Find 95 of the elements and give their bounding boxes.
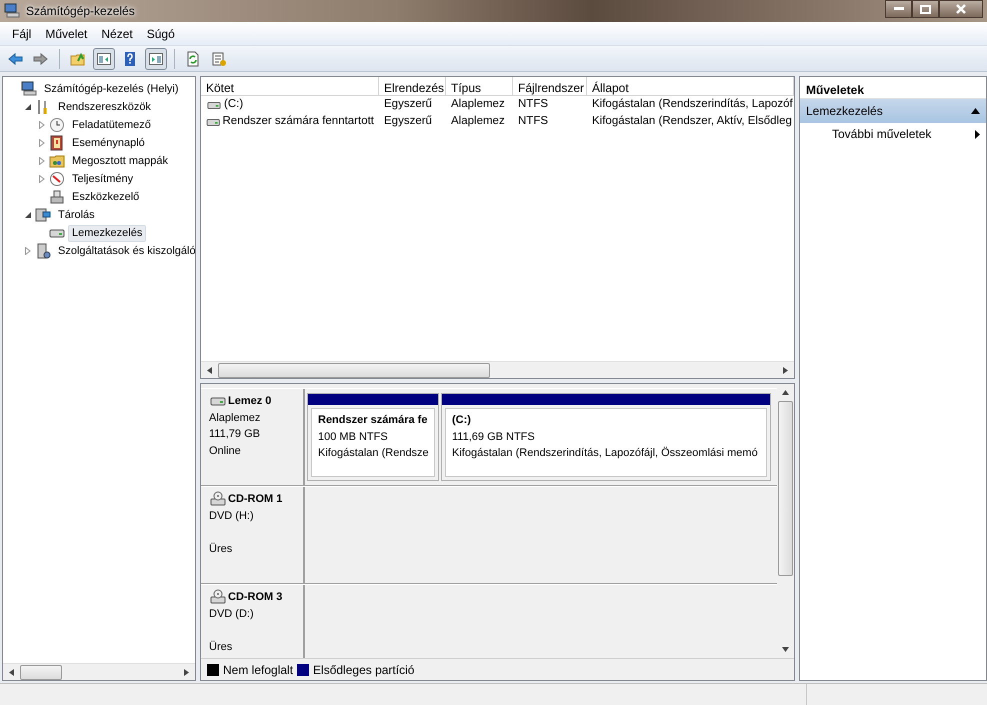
table-cell-text: Kifogástalan (Rendszerindítás, Lapozóf <box>591 96 794 112</box>
partition-block[interactable]: (C:) 111,69 GB NTFS Kifogástalan (Rendszerindítás, Lapozófájl, Összeomlási memó <box>445 408 767 477</box>
partition-size: 111,69 GB NTFS <box>452 430 536 444</box>
tree-item[interactable]: Teljesítmény <box>68 170 138 188</box>
tree-item[interactable]: Lemezkezelés <box>68 224 146 242</box>
tree-item[interactable]: Eseménynapló <box>68 134 149 152</box>
column-header[interactable]: Elrendezés <box>379 77 446 95</box>
horizontal-scrollbar[interactable] <box>201 361 794 378</box>
disk-name: CD-ROM 1 <box>228 492 282 507</box>
collapse-arrow-icon[interactable] <box>24 103 32 111</box>
action-link[interactable]: További műveletek <box>832 125 932 143</box>
column-header[interactable]: Kötet <box>201 77 379 95</box>
expand-arrow-icon[interactable] <box>38 175 46 183</box>
partition-label: Rendszer számára fe <box>318 413 428 428</box>
disk-name: CD-ROM 3 <box>228 590 282 605</box>
toolbar-button[interactable] <box>145 48 167 70</box>
scroll-arrow-icon[interactable] <box>207 366 212 374</box>
cd-drive-icon <box>209 589 227 606</box>
disk-status: Üres <box>209 542 234 556</box>
vertical-scrollbar[interactable] <box>777 384 794 658</box>
column-header[interactable]: Típus <box>446 77 513 95</box>
partition-status: Kifogástalan (Rendszerindítás, Lapozófájl, Összeomlási memó <box>452 446 759 461</box>
table-cell-text: (C:) <box>224 96 244 112</box>
disk-size: 111,79 GB <box>209 427 261 442</box>
disk-type: DVD (H:) <box>209 508 255 524</box>
computer-icon <box>21 81 37 97</box>
tree-item[interactable]: Eszközkezelő <box>68 188 144 206</box>
scroll-arrow-icon[interactable] <box>783 366 788 374</box>
event-log-icon <box>49 135 65 151</box>
menu-item[interactable]: Művelet <box>39 22 94 44</box>
table-cell-text: NTFS <box>517 114 550 129</box>
expand-arrow-icon[interactable] <box>38 121 46 129</box>
minimize-button[interactable] <box>885 0 912 18</box>
tree-item[interactable]: Tárolás <box>54 206 99 224</box>
server-icon <box>35 243 51 259</box>
tree-item[interactable]: Megosztott mappák <box>68 152 172 170</box>
table-cell-text: Egyszerű <box>383 114 433 129</box>
partition-status: Kifogástalan (Rendsze <box>318 446 428 461</box>
close-icon <box>956 4 966 14</box>
column-header[interactable]: Fájlrendszer <box>513 77 587 95</box>
toolbar-button[interactable] <box>93 48 115 70</box>
folder-icon <box>70 50 86 66</box>
tree-item[interactable]: Feladatütemező <box>68 116 155 134</box>
column-header[interactable]: Állapot <box>587 77 794 95</box>
tree-item[interactable]: Számítógép-kezelés (Helyi) <box>40 80 182 98</box>
disk-status: Online <box>209 444 242 458</box>
expand-arrow-icon[interactable] <box>38 157 46 165</box>
table-cell-text: Alaplemez <box>450 96 506 112</box>
scroll-arrow-icon[interactable] <box>782 390 789 395</box>
clock-icon <box>49 117 65 133</box>
collapse-arrow-icon[interactable] <box>24 211 32 219</box>
computer-icon <box>4 3 20 19</box>
disk-status: Üres <box>209 640 234 654</box>
minimize-icon <box>894 7 904 11</box>
pane-toggle-icon <box>148 50 164 66</box>
collapse-arrow-icon[interactable] <box>971 108 980 114</box>
partition-label: (C:) <box>452 413 472 428</box>
scroll-arrow-icon[interactable] <box>782 647 789 652</box>
refresh-icon <box>185 50 201 66</box>
scroll-arrow-icon[interactable] <box>184 668 189 676</box>
window-title: Számítógép-kezelés <box>26 3 135 20</box>
tree-item[interactable]: Rendszereszközök <box>54 98 155 116</box>
table-cell-text: Rendszer számára fenntartott <box>222 114 374 129</box>
table-cell-text: NTFS <box>517 96 550 112</box>
menu-item[interactable]: Súgó <box>140 22 181 44</box>
export-list-icon <box>211 50 227 66</box>
legend-label: Nem lefoglalt <box>223 662 294 678</box>
partition-block[interactable]: Rendszer számára fe 100 MB NTFS Kifogástalan (Rendsze <box>311 408 435 477</box>
arrow-left-icon <box>7 50 23 66</box>
storage-icon <box>35 207 51 223</box>
expand-arrow-icon[interactable] <box>38 139 46 147</box>
device-icon <box>49 189 65 205</box>
cd-drive-icon <box>209 491 227 508</box>
submenu-arrow-icon <box>975 130 980 138</box>
maximize-button[interactable] <box>912 0 939 18</box>
disk-type: Alaplemez <box>209 410 262 426</box>
scroll-arrow-icon[interactable] <box>9 668 14 676</box>
partition-size: 100 MB NTFS <box>318 430 389 444</box>
close-button[interactable] <box>939 0 983 18</box>
help-icon <box>122 50 138 66</box>
table-cell-text: Kifogástalan (Rendszer, Aktív, Elsődleg <box>591 114 793 129</box>
tree-item[interactable]: Szolgáltatások és kiszolgáló <box>54 242 195 260</box>
expand-arrow-icon[interactable] <box>24 247 32 255</box>
menu-item[interactable]: Nézet <box>95 22 139 44</box>
arrow-right-icon <box>33 50 49 66</box>
menu-item[interactable]: Fájl <box>6 22 38 44</box>
table-cell-text: Alaplemez <box>450 114 506 129</box>
disk-type: DVD (D:) <box>209 606 255 622</box>
disk-name: Lemez 0 <box>228 394 272 409</box>
maximize-icon <box>920 4 931 14</box>
horizontal-scrollbar[interactable] <box>3 663 195 680</box>
pane-toggle-icon <box>96 50 112 66</box>
table-cell-text: Egyszerű <box>383 96 433 112</box>
shared-folder-icon <box>49 153 65 169</box>
legend-label: Elsődleges partíció <box>313 662 414 678</box>
